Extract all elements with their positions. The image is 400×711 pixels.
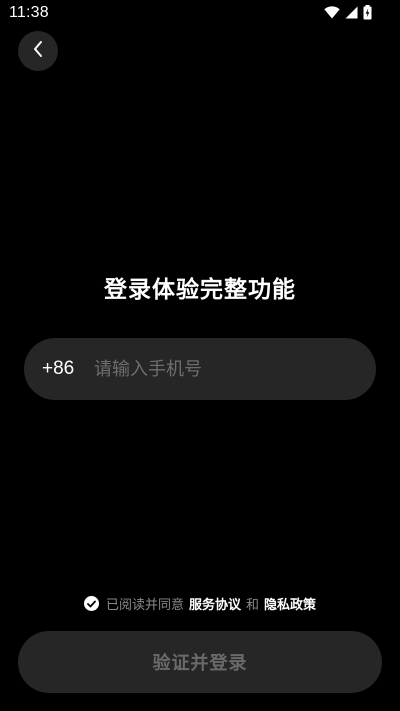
phone-field[interactable]: +86: [24, 338, 376, 400]
back-button[interactable]: [18, 31, 58, 71]
country-code[interactable]: +86: [42, 358, 94, 380]
agreement-conjunction: 和: [246, 598, 260, 613]
agree-checkbox[interactable]: [83, 596, 99, 611]
signal-icon: [345, 6, 358, 19]
checkmark-icon: [87, 600, 96, 607]
status-icons: [324, 5, 372, 20]
terms-link[interactable]: 服务协议: [189, 594, 241, 613]
agreement-row: 已阅读并同意 服务协议 和 隐私政策: [0, 594, 400, 613]
privacy-link[interactable]: 隐私政策: [264, 594, 316, 613]
battery-charging-icon: [363, 5, 372, 20]
status-time: 11:38: [9, 4, 49, 21]
phone-input[interactable]: [94, 349, 344, 389]
page-title: 登录体验完整功能: [104, 277, 296, 303]
status-bar: 11:38: [0, 0, 400, 28]
chevron-left-icon: [32, 40, 44, 62]
agreement-prefix: 已阅读并同意: [105, 598, 184, 613]
verify-login-button[interactable]: 验证并登录: [18, 631, 382, 693]
wifi-icon: [324, 6, 340, 19]
